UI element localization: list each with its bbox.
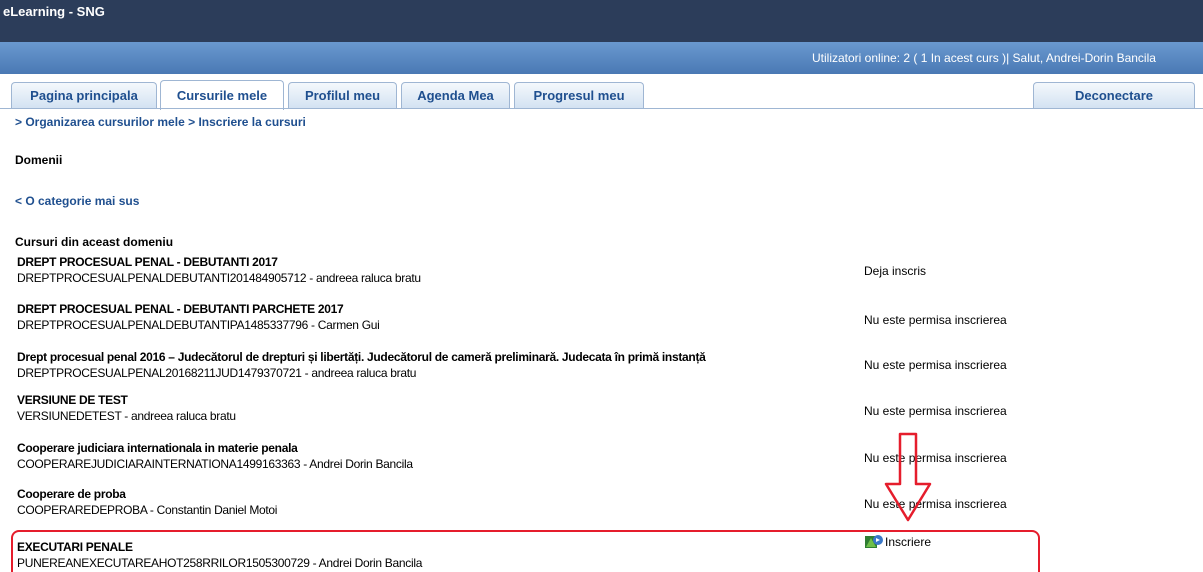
down-arrow-annotation [884, 432, 932, 522]
breadcrumb-current: Inscriere la cursuri [198, 115, 306, 129]
course-item: DREPT PROCESUAL PENAL - DEBUTANTI 2017 D… [17, 255, 867, 285]
course-item: VERSIUNE DE TEST VERSIUNEDETEST - andree… [17, 393, 867, 423]
tab-profilul-meu[interactable]: Profilul meu [288, 82, 397, 108]
tab-pagina-principala[interactable]: Pagina principala [11, 82, 157, 108]
tab-cursurile-mele[interactable]: Cursurile mele [160, 80, 284, 110]
breadcrumb: > Organizarea cursurilor mele > Inscrier… [15, 115, 306, 129]
course-item: Drept procesual penal 2016 – Judecătorul… [17, 350, 867, 380]
tab-agenda-mea[interactable]: Agenda Mea [401, 82, 510, 108]
logout-button[interactable]: Deconectare [1033, 82, 1195, 108]
course-status: Nu este permisa inscrierea [864, 404, 1007, 418]
course-name: Cooperare judiciara internationala in ma… [17, 441, 298, 455]
course-code: COOPERAREDEPROBA - Constantin Daniel Mot… [17, 503, 278, 517]
user-status-bar: Utilizatori online: 2 ( 1 In acest curs … [0, 42, 1203, 74]
course-status: Nu este permisa inscrierea [864, 358, 1007, 372]
course-code: DREPTPROCESUALPENAL20168211JUD1479370721… [17, 366, 417, 380]
course-code: DREPTPROCESUALPENALDEBUTANTIPA1485337796… [17, 318, 380, 332]
online-users-text: Utilizatori online: 2 ( 1 In acest curs … [812, 51, 1156, 65]
course-code: VERSIUNEDETEST - andreea raluca bratu [17, 409, 236, 423]
course-name: Cooperare de proba [17, 487, 126, 501]
course-code: COOPERAREJUDICIARAINTERNATIONA1499163363… [17, 457, 413, 471]
course-item: DREPT PROCESUAL PENAL - DEBUTANTI PARCHE… [17, 302, 867, 332]
tab-divider [0, 108, 1203, 109]
course-name: DREPT PROCESUAL PENAL - DEBUTANTI PARCHE… [17, 302, 344, 316]
domains-heading: Domenii [15, 153, 63, 167]
tab-progresul-meu[interactable]: Progresul meu [514, 82, 644, 108]
course-status: Deja inscris [864, 264, 927, 278]
app-title: eLearning - SNG [3, 4, 105, 19]
app-titlebar: eLearning - SNG [0, 0, 1203, 42]
course-status: Nu este permisa inscrierea [864, 313, 1007, 327]
course-name: DREPT PROCESUAL PENAL - DEBUTANTI 2017 [17, 255, 278, 269]
courses-heading: Cursuri din aceast domeniu [15, 235, 174, 249]
course-item: Cooperare judiciara internationala in ma… [17, 441, 867, 471]
course-item: Cooperare de proba COOPERAREDEPROBA - Co… [17, 487, 867, 517]
main-tabs: Pagina principala Cursurile mele Profilu… [0, 80, 1203, 110]
course-code: DREPTPROCESUALPENALDEBUTANTI201484905712… [17, 271, 421, 285]
breadcrumb-my-courses-link[interactable]: > Organizarea cursurilor mele [15, 115, 185, 129]
breadcrumb-separator: > [184, 115, 199, 129]
highlight-box-annotation [11, 530, 1040, 572]
course-name: Drept procesual penal 2016 – Judecătorul… [17, 350, 706, 364]
course-name: VERSIUNE DE TEST [17, 393, 128, 407]
category-up-link[interactable]: < O categorie mai sus [15, 194, 139, 208]
